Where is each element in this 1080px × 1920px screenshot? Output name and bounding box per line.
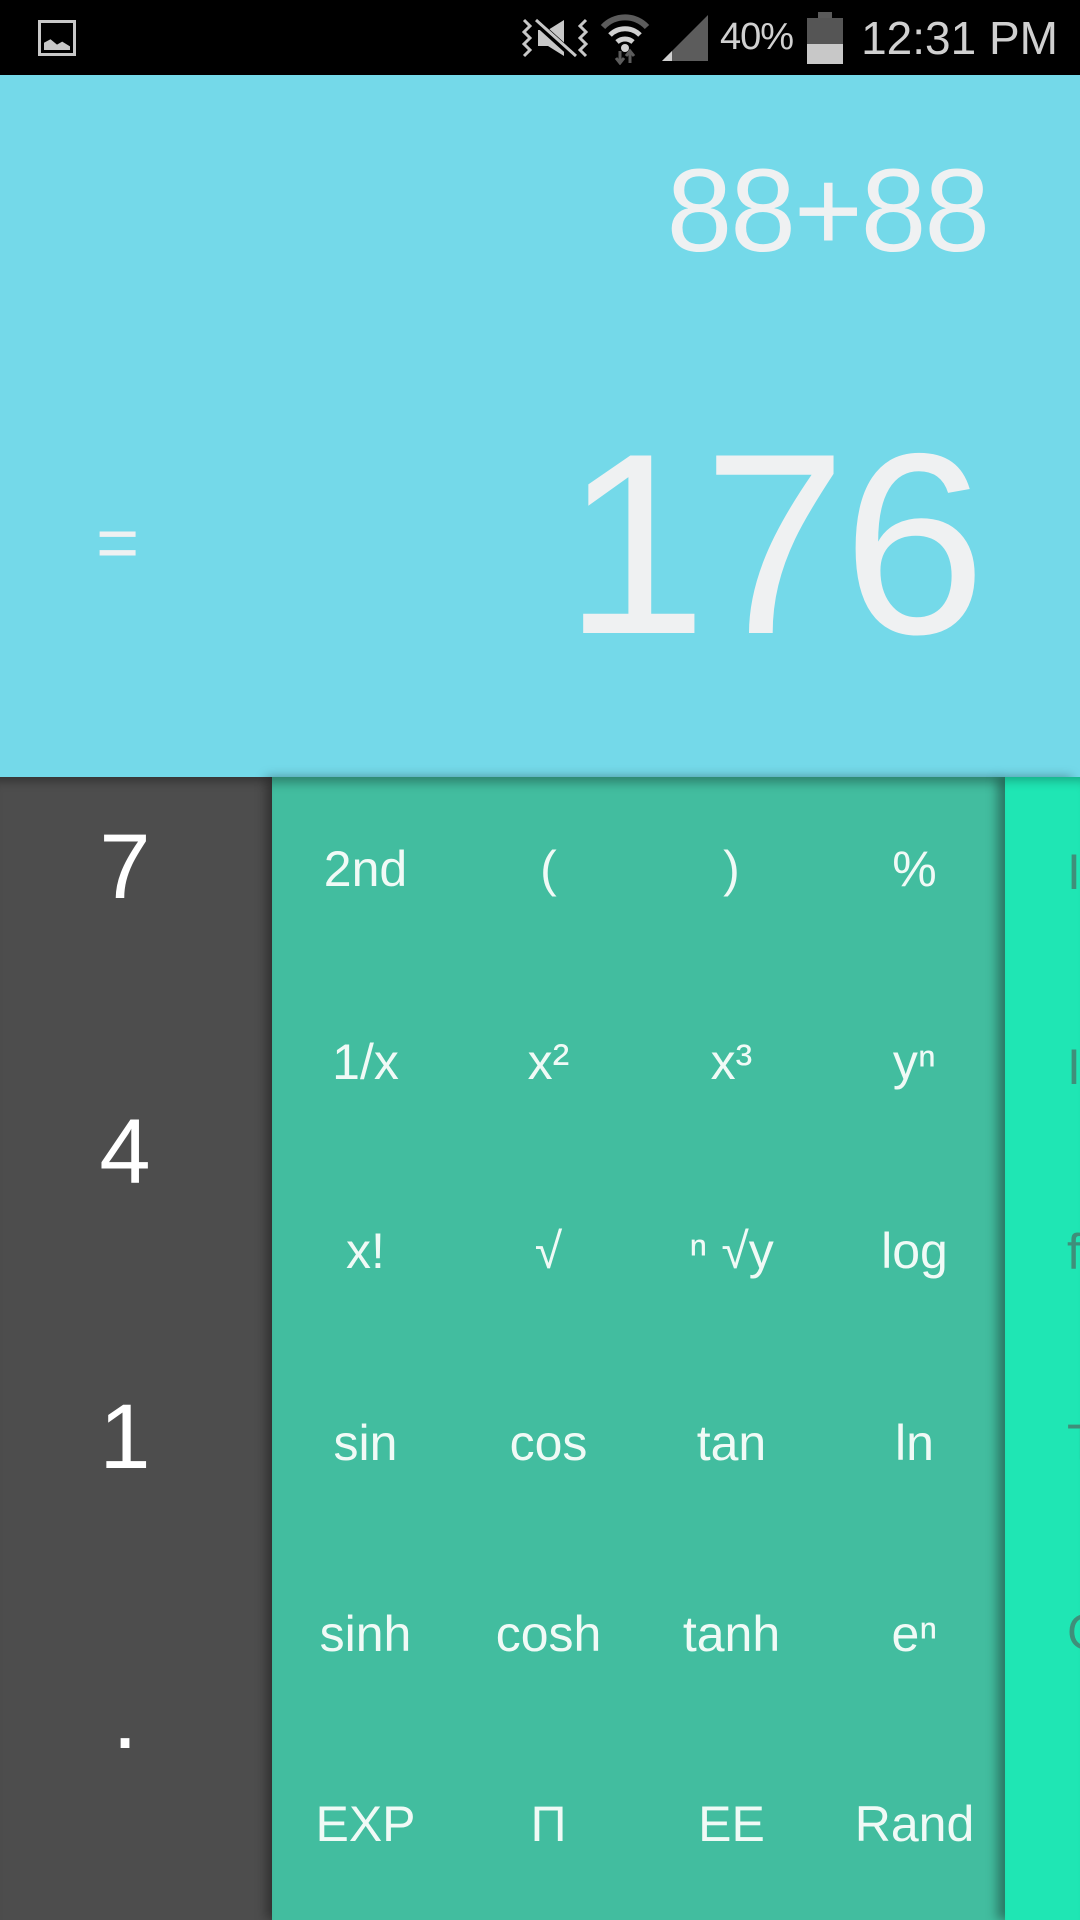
key-1[interactable]: 1 (0, 1391, 250, 1483)
key-close-paren[interactable]: ) (640, 814, 823, 924)
key-exp[interactable]: EXP (274, 1769, 457, 1879)
key-square-root[interactable]: √ (457, 1196, 640, 1306)
calculator-display: 88+88 = 176 (0, 75, 1080, 777)
key-nth-root[interactable]: ⁿ √y (640, 1196, 823, 1306)
key-cos[interactable]: cos (457, 1388, 640, 1498)
key-decimal[interactable]: . (0, 1671, 250, 1763)
key-power[interactable]: yⁿ (823, 1007, 1006, 1117)
edge-key-1[interactable]: I (1067, 842, 1080, 902)
key-log[interactable]: log (823, 1196, 1006, 1306)
status-icons: 40% 12:31 PM (520, 0, 1058, 75)
edge-key-3[interactable]: f (1067, 1222, 1080, 1282)
key-open-paren[interactable]: ( (457, 814, 640, 924)
status-bar: 40% 12:31 PM (0, 0, 1080, 75)
key-pi[interactable]: Π (457, 1769, 640, 1879)
key-square[interactable]: x² (457, 1007, 640, 1117)
key-4[interactable]: 4 (0, 1106, 250, 1198)
key-exp-power[interactable]: eⁿ (823, 1579, 1006, 1689)
key-sin[interactable]: sin (274, 1388, 457, 1498)
equals-indicator: = (96, 501, 140, 584)
advanced-keys-grid: 2nd()% 1/x x² x³ yⁿ x! √ ⁿ √y log sin cos tan ln sinh… (272, 777, 1005, 1920)
battery-icon (807, 11, 844, 64)
key-ee[interactable]: EE (640, 1769, 823, 1879)
edge-key-4[interactable]: T (1067, 1412, 1080, 1472)
edge-key-2[interactable]: I (1067, 1037, 1080, 1097)
clock: 12:31 PM (861, 11, 1058, 64)
key-rand[interactable]: Rand (823, 1769, 1006, 1879)
signal-icon (662, 14, 709, 61)
gallery-notification-icon (38, 20, 76, 56)
key-second-function[interactable]: 2nd (274, 814, 457, 924)
key-sinh[interactable]: sinh (274, 1579, 457, 1689)
key-cosh[interactable]: cosh (457, 1579, 640, 1689)
wifi-icon (600, 13, 650, 65)
key-factorial[interactable]: x! (274, 1196, 457, 1306)
number-pad: 7 4 1 . (0, 777, 272, 1920)
vibrate-mute-icon (521, 16, 589, 60)
advanced-functions-panel[interactable]: 2nd()% 1/x x² x³ yⁿ x! √ ⁿ √y log sin cos tan ln sinh… (272, 777, 1005, 1920)
key-ln[interactable]: ln (823, 1388, 1006, 1498)
battery-percent: 40% (720, 16, 794, 58)
key-tanh[interactable]: tanh (640, 1579, 823, 1689)
key-reciprocal[interactable]: 1/x (274, 1007, 457, 1117)
key-tan[interactable]: tan (640, 1388, 823, 1498)
edge-key-5[interactable]: G (1067, 1602, 1080, 1662)
result-field: 176 (563, 399, 986, 688)
key-cube[interactable]: x³ (640, 1007, 823, 1117)
key-7[interactable]: 7 (0, 821, 250, 913)
key-percent[interactable]: % (823, 814, 1006, 924)
operators-panel-edge[interactable]: I I f T G (1005, 777, 1080, 1920)
expression-field[interactable]: 88+88 (667, 143, 990, 279)
